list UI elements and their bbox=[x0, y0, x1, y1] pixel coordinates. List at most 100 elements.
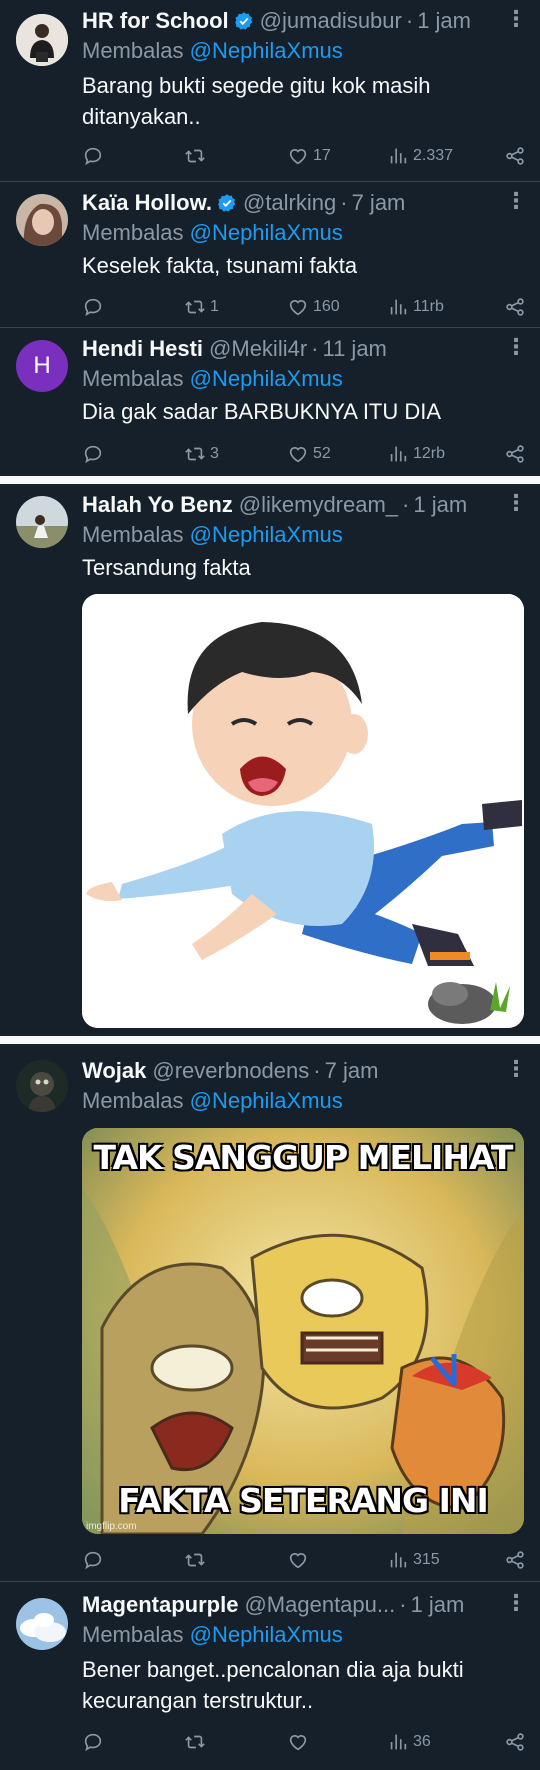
separator-dot: · bbox=[311, 336, 319, 361]
share-button[interactable] bbox=[504, 1546, 526, 1574]
retweet-button[interactable] bbox=[184, 142, 210, 170]
more-icon[interactable]: ⋮ bbox=[505, 490, 527, 516]
meme-watermark: imgflip.com bbox=[86, 1521, 137, 1532]
separator-dot: · bbox=[399, 1592, 407, 1617]
like-button[interactable]: 52 bbox=[287, 440, 331, 468]
views-icon bbox=[387, 145, 409, 167]
display-name[interactable]: Hendi Hesti bbox=[82, 334, 203, 364]
more-icon[interactable]: ⋮ bbox=[505, 6, 527, 32]
heart-icon bbox=[287, 296, 309, 318]
mention-link[interactable]: @NephilaXmus bbox=[190, 220, 343, 245]
views-icon bbox=[387, 296, 409, 318]
reply-icon bbox=[82, 1549, 104, 1571]
share-icon bbox=[504, 145, 526, 167]
display-name[interactable]: HR for School bbox=[82, 6, 229, 36]
display-name[interactable]: Kaïa Hollow. bbox=[82, 188, 212, 218]
reply-prefix: Membalas bbox=[82, 522, 184, 547]
avatar[interactable] bbox=[16, 1060, 68, 1112]
views-count: 12rb bbox=[413, 445, 446, 462]
more-icon[interactable]: ⋮ bbox=[505, 188, 527, 214]
views-button[interactable]: 2.337 bbox=[387, 142, 453, 170]
retweet-button[interactable]: 3 bbox=[184, 440, 219, 468]
share-button[interactable] bbox=[504, 440, 526, 468]
mention-link[interactable]: @NephilaXmus bbox=[190, 366, 343, 391]
share-button[interactable] bbox=[504, 1728, 526, 1756]
separator-dot: · bbox=[402, 492, 410, 517]
mention-link[interactable]: @NephilaXmus bbox=[190, 38, 343, 63]
views-count: 2.337 bbox=[413, 147, 454, 164]
reply-button[interactable] bbox=[82, 293, 108, 321]
tweet[interactable]: H Hendi Hesti @Mekili4r · 11 jam ⋮ Memba… bbox=[0, 328, 540, 476]
like-count: 17 bbox=[313, 147, 331, 164]
more-icon[interactable]: ⋮ bbox=[505, 334, 527, 360]
reply-prefix: Membalas bbox=[82, 38, 184, 63]
avatar[interactable] bbox=[16, 1598, 68, 1650]
user-handle[interactable]: @likemydream_ bbox=[239, 490, 398, 520]
like-button[interactable] bbox=[287, 1546, 313, 1574]
like-button[interactable] bbox=[287, 1728, 313, 1756]
display-name[interactable]: Wojak bbox=[82, 1056, 146, 1086]
more-icon[interactable]: ⋮ bbox=[505, 1056, 527, 1082]
tweet-header: Hendi Hesti @Mekili4r · 11 jam bbox=[82, 334, 526, 364]
avatar[interactable] bbox=[16, 496, 68, 548]
retweet-button[interactable] bbox=[184, 1728, 210, 1756]
tweet-text: Keselek fakta, tsunami fakta bbox=[82, 253, 358, 278]
views-button[interactable]: 11rb bbox=[387, 293, 444, 321]
timestamp[interactable]: 1 jam bbox=[413, 490, 467, 520]
retweet-button[interactable] bbox=[184, 1546, 210, 1574]
separator-dot: · bbox=[313, 1058, 321, 1083]
share-icon bbox=[504, 1549, 526, 1571]
avatar[interactable] bbox=[16, 194, 68, 246]
tweet-header: Magentapurple @Magentapu... · 1 jam bbox=[82, 1590, 526, 1620]
user-handle[interactable]: @reverbnodens bbox=[152, 1056, 309, 1086]
heart-icon bbox=[287, 1731, 309, 1753]
separator-dot: · bbox=[340, 190, 348, 215]
display-name[interactable]: Halah Yo Benz bbox=[82, 490, 233, 520]
share-button[interactable] bbox=[504, 142, 526, 170]
views-button[interactable]: 12rb bbox=[387, 440, 445, 468]
reply-button[interactable] bbox=[82, 1546, 108, 1574]
timestamp[interactable]: 7 jam bbox=[325, 1056, 379, 1086]
more-icon[interactable]: ⋮ bbox=[505, 1590, 527, 1616]
tweet[interactable]: Halah Yo Benz @likemydream_ · 1 jam ⋮ Me… bbox=[0, 484, 540, 1036]
tweet[interactable]: HR for School @jumadisubur · 1 jam ⋮ Mem… bbox=[0, 0, 540, 182]
mention-link[interactable]: @NephilaXmus bbox=[190, 522, 343, 547]
mention-link[interactable]: @NephilaXmus bbox=[190, 1622, 343, 1647]
avatar-image bbox=[16, 496, 68, 548]
user-handle[interactable]: @talrking bbox=[243, 188, 336, 218]
user-handle[interactable]: @jumadisubur bbox=[260, 6, 402, 36]
share-button[interactable] bbox=[504, 293, 526, 321]
like-button[interactable]: 17 bbox=[287, 142, 331, 170]
user-handle[interactable]: @Magentapu... bbox=[244, 1590, 395, 1620]
meme-image[interactable]: TAK SANGGUP MELIHAT FAKTA SETERANG INI i… bbox=[82, 1128, 524, 1534]
timestamp[interactable]: 7 jam bbox=[352, 188, 406, 218]
avatar[interactable] bbox=[16, 14, 68, 66]
timestamp[interactable]: 11 jam bbox=[322, 334, 386, 364]
tweet[interactable]: Kaïa Hollow. @talrking · 7 jam ⋮ Membala… bbox=[0, 182, 540, 328]
heart-icon bbox=[287, 443, 309, 465]
tweet-text: Dia gak sadar BARBUKNYA ITU DIA bbox=[82, 399, 442, 424]
tweet[interactable]: Wojak @reverbnodens · 7 jam ⋮ Membalas @… bbox=[0, 1044, 540, 1582]
mention-link[interactable]: @NephilaXmus bbox=[190, 1088, 343, 1113]
reply-button[interactable] bbox=[82, 1728, 108, 1756]
timestamp[interactable]: 1 jam bbox=[417, 6, 471, 36]
retweet-count: 1 bbox=[210, 298, 219, 315]
tweet[interactable]: Magentapurple @Magentapu... · 1 jam ⋮ Me… bbox=[0, 1582, 540, 1770]
avatar[interactable]: H bbox=[16, 340, 68, 392]
reply-context: Membalas @NephilaXmus bbox=[82, 1620, 526, 1650]
timestamp[interactable]: 1 jam bbox=[411, 1590, 465, 1620]
views-button[interactable]: 36 bbox=[387, 1728, 431, 1756]
tweet-image[interactable] bbox=[82, 594, 524, 1028]
meme-top-text: TAK SANGGUP MELIHAT bbox=[93, 1138, 514, 1177]
like-count: 52 bbox=[313, 445, 331, 462]
reply-button[interactable] bbox=[82, 440, 108, 468]
retweet-button[interactable]: 1 bbox=[184, 293, 219, 321]
user-handle[interactable]: @Mekili4r bbox=[209, 334, 307, 364]
reply-prefix: Membalas bbox=[82, 1622, 184, 1647]
like-button[interactable]: 160 bbox=[287, 293, 340, 321]
reply-button[interactable] bbox=[82, 142, 108, 170]
verified-badge-icon bbox=[217, 193, 237, 213]
reply-icon bbox=[82, 145, 104, 167]
display-name[interactable]: Magentapurple bbox=[82, 1590, 238, 1620]
views-button[interactable]: 315 bbox=[387, 1546, 440, 1574]
